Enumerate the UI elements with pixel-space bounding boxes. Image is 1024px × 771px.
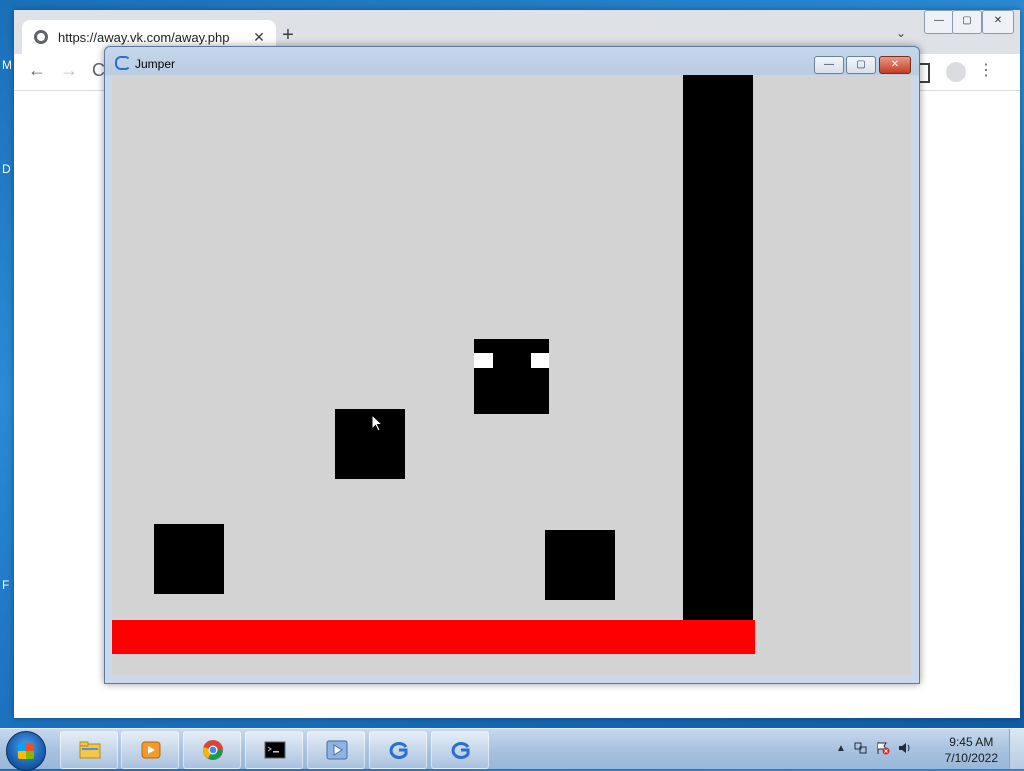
volume-icon[interactable] xyxy=(898,741,912,755)
taskbar: ▲ 9:45 AM 7/10/2022 xyxy=(0,728,1024,771)
mouse-cursor-icon xyxy=(371,414,384,432)
browser-minimize-button[interactable]: — xyxy=(924,10,954,34)
taskbar-chrome[interactable] xyxy=(183,731,241,769)
tab-search-icon[interactable]: ⌄ xyxy=(896,26,906,40)
network-icon[interactable] xyxy=(854,741,868,755)
desktop-icon-label: M xyxy=(2,58,12,72)
clock-time: 9:45 AM xyxy=(949,735,994,749)
show-hidden-icons-icon[interactable]: ▲ xyxy=(836,743,846,754)
forward-button[interactable]: → xyxy=(60,60,78,81)
game-canvas[interactable] xyxy=(112,75,911,675)
taskbar-explorer[interactable] xyxy=(60,731,118,769)
show-desktop-button[interactable] xyxy=(1009,729,1024,769)
tab-title: https://away.vk.com/away.php xyxy=(58,29,230,45)
minimize-button[interactable]: — xyxy=(814,56,844,74)
desktop-icon-label: D xyxy=(2,162,11,176)
desktop-icon-label: F xyxy=(2,578,10,592)
godot-icon xyxy=(389,742,408,759)
godot-icon xyxy=(451,742,470,759)
chrome-icon xyxy=(203,740,223,760)
back-button[interactable]: ← xyxy=(28,60,46,81)
browser-menu-button[interactable]: ⋮ xyxy=(978,60,994,80)
action-center-icon[interactable] xyxy=(876,741,890,755)
maximize-button[interactable]: ▢ xyxy=(846,56,876,74)
floor-platform xyxy=(112,620,755,654)
media-player-icon xyxy=(141,741,161,759)
close-tab-icon[interactable]: ✕ xyxy=(250,29,268,46)
browser-maximize-button[interactable]: ▢ xyxy=(952,10,982,34)
close-button[interactable]: ✕ xyxy=(879,56,911,74)
taskbar-media-player-2[interactable] xyxy=(307,731,365,769)
browser-close-button[interactable]: ✕ xyxy=(982,10,1014,34)
godot-icon xyxy=(115,56,131,70)
player-right-eye xyxy=(531,353,549,368)
window-titlebar[interactable]: Jumper — ▢ ✕ xyxy=(105,47,919,75)
start-button[interactable] xyxy=(6,731,46,771)
terminal-icon xyxy=(264,741,286,759)
system-tray: ▲ 9:45 AM 7/10/2022 xyxy=(834,729,1024,769)
taskbar-media-player[interactable] xyxy=(121,731,179,769)
globe-icon xyxy=(34,30,48,44)
enemy-block xyxy=(335,409,405,479)
wall-block xyxy=(683,75,753,621)
taskbar-terminal[interactable] xyxy=(245,731,303,769)
window-title: Jumper xyxy=(135,57,176,71)
taskbar-godot-2[interactable] xyxy=(431,731,489,769)
enemy-block xyxy=(154,524,224,594)
folder-icon xyxy=(79,741,101,759)
taskbar-godot-1[interactable] xyxy=(369,731,427,769)
clock-date: 7/10/2022 xyxy=(944,751,998,765)
profile-avatar[interactable] xyxy=(946,62,966,82)
play-icon xyxy=(326,740,348,760)
enemy-block xyxy=(545,530,615,600)
jumper-window: Jumper — ▢ ✕ xyxy=(104,46,920,684)
new-tab-button[interactable]: + xyxy=(276,24,300,47)
player-left-eye xyxy=(474,353,493,368)
player-character xyxy=(474,339,549,414)
clock[interactable]: 9:45 AM 7/10/2022 xyxy=(945,734,998,766)
